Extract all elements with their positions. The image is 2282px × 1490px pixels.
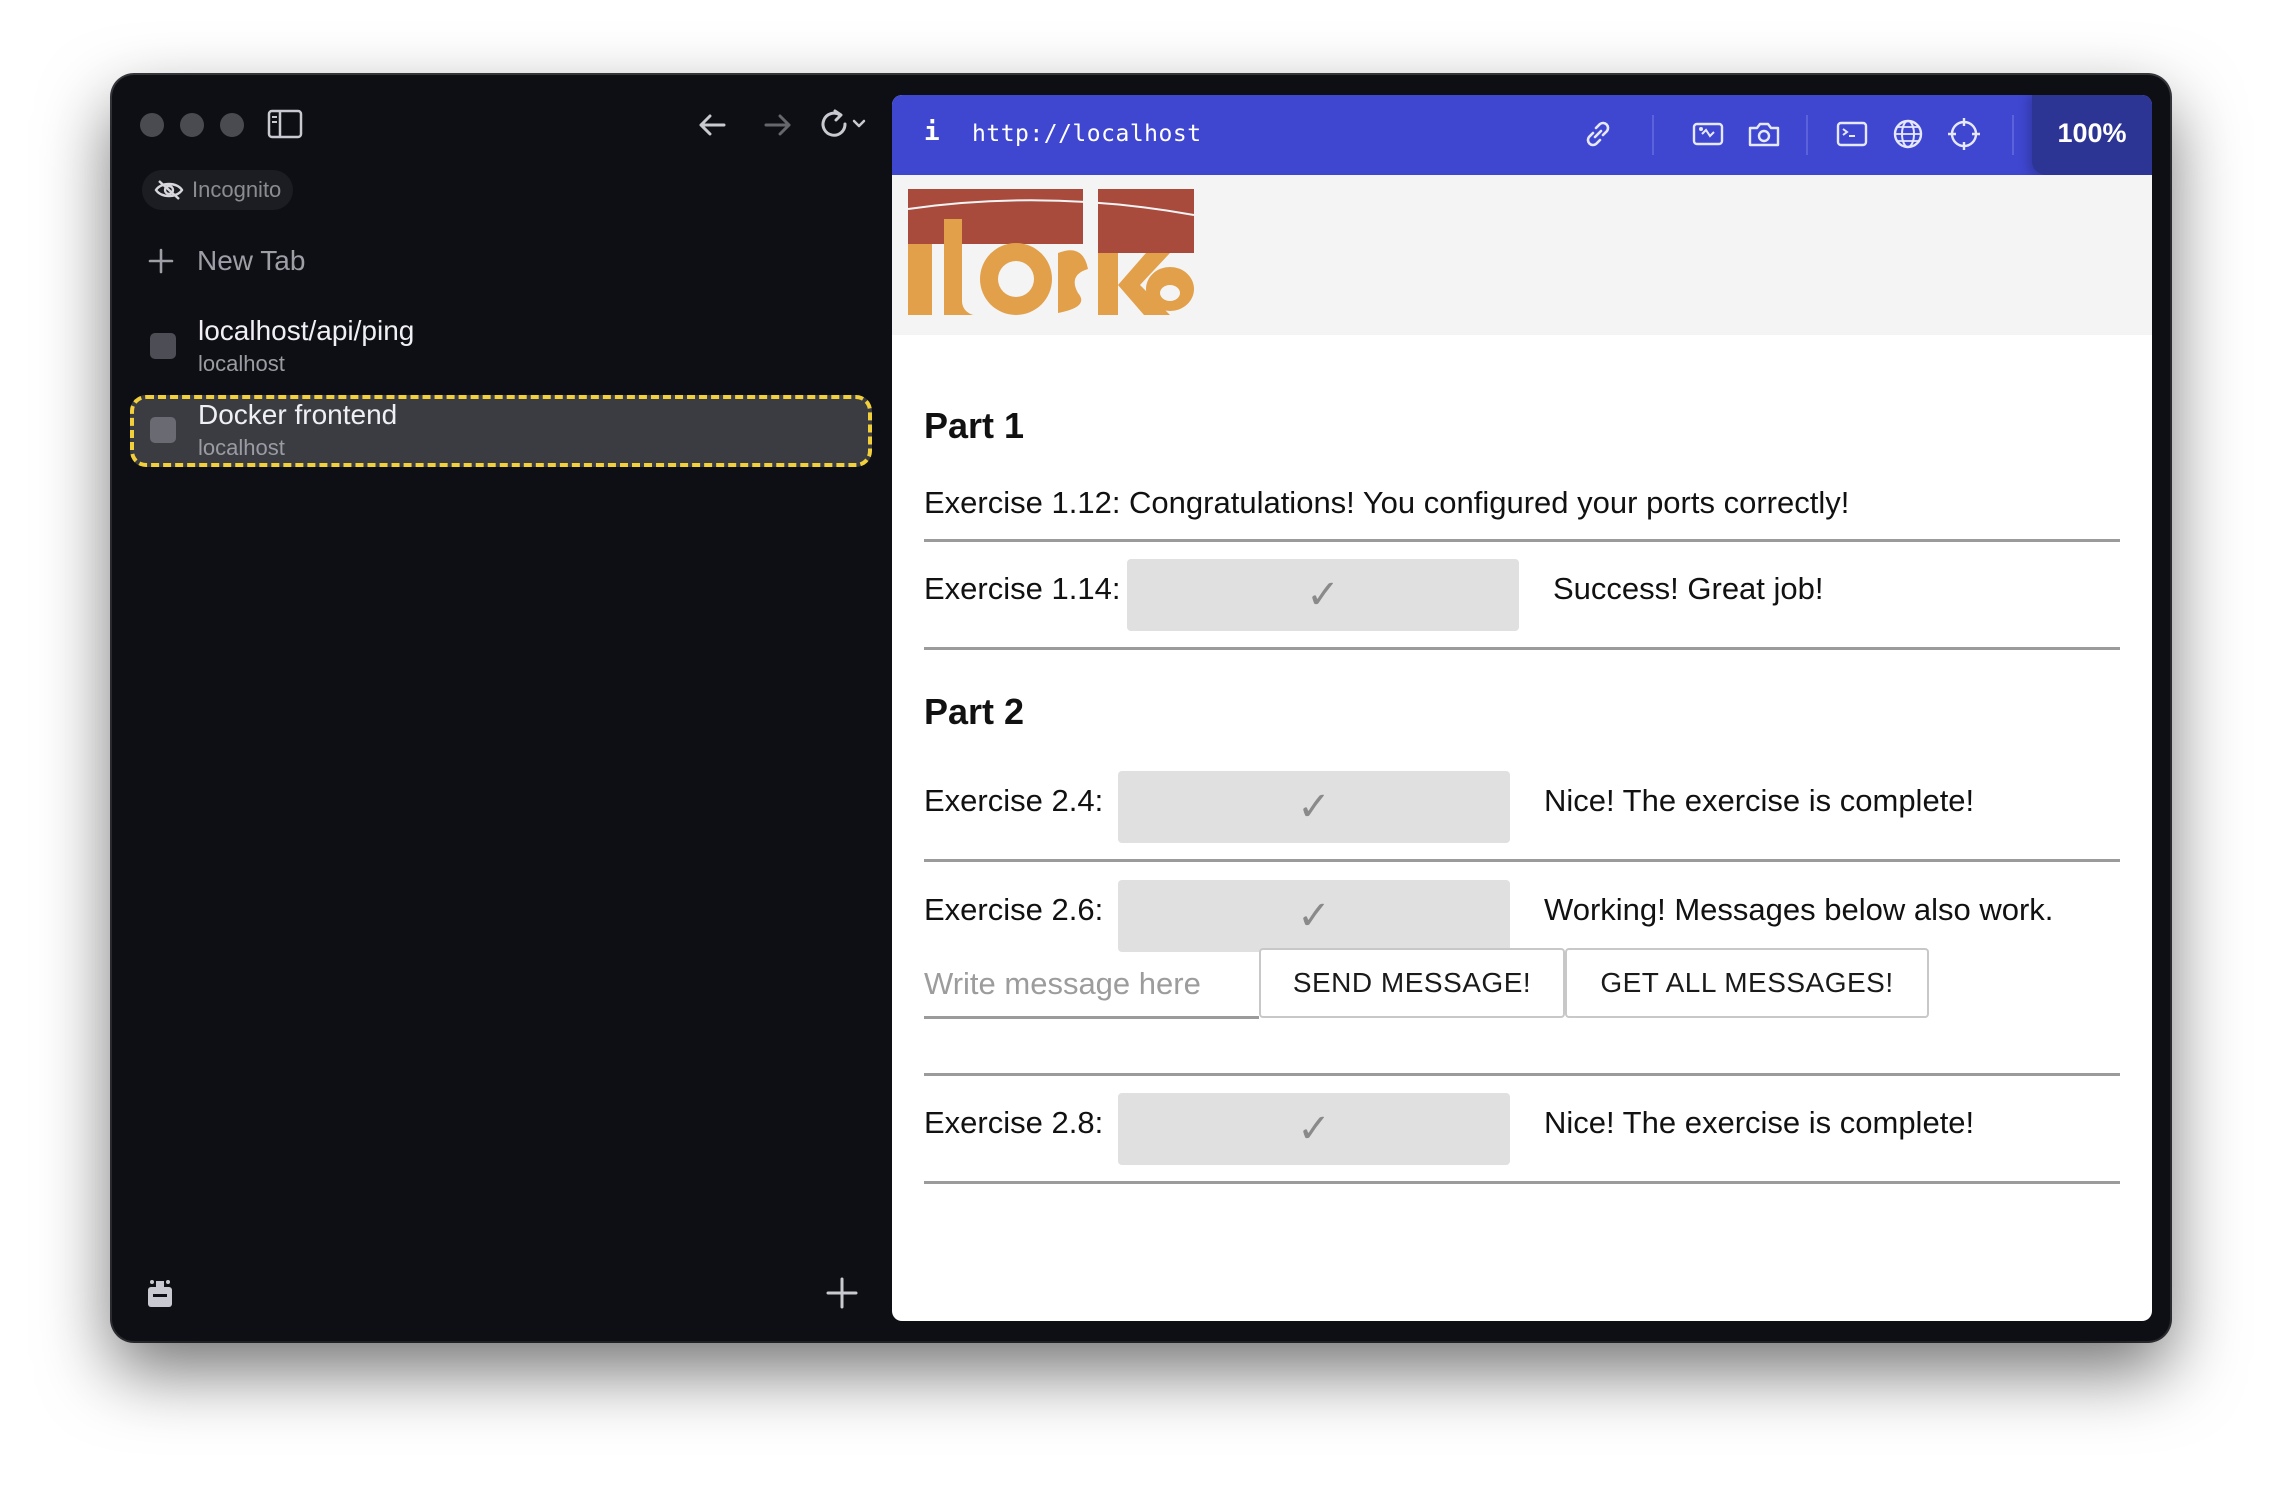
zoom-level-badge[interactable]: 100% xyxy=(2032,95,2152,175)
window-controls xyxy=(140,113,244,137)
tab-subtitle: localhost xyxy=(198,435,285,460)
add-icon[interactable] xyxy=(824,1275,860,1311)
sidebar-tab-api-ping[interactable]: localhost/api/ping localhost xyxy=(130,311,872,379)
tab-title: Docker frontend xyxy=(198,399,398,430)
favicon-icon xyxy=(150,333,176,359)
tab-subtitle: localhost xyxy=(198,351,285,376)
check-icon: ✓ xyxy=(1297,785,1331,829)
exercise-2-8-check-button[interactable]: ✓ xyxy=(1118,1093,1510,1165)
divider xyxy=(924,647,2120,650)
exercise-1-14-status: Success! Great job! xyxy=(1553,571,1824,606)
zoom-window-button[interactable] xyxy=(220,113,244,137)
minimize-window-button[interactable] xyxy=(180,113,204,137)
new-tab-button[interactable]: New Tab xyxy=(147,245,305,277)
sidebar-tab-docker-frontend[interactable]: Docker frontend localhost xyxy=(130,395,872,467)
exercise-2-6-label: Exercise 2.6: xyxy=(924,892,1104,927)
tab-title: localhost/api/ping xyxy=(198,315,415,346)
part-1-heading: Part 1 xyxy=(924,405,1025,446)
close-window-button[interactable] xyxy=(140,113,164,137)
toolbar-divider xyxy=(1652,115,1654,155)
divider xyxy=(924,539,2120,542)
toolbar-divider xyxy=(2012,115,2014,155)
exercise-2-8-status: Nice! The exercise is complete! xyxy=(1544,1105,1975,1140)
crosshair-icon[interactable] xyxy=(1946,116,1982,152)
part-2-heading: Part 2 xyxy=(924,691,1025,732)
exercise-1-14-check-button[interactable]: ✓ xyxy=(1127,559,1519,631)
divider xyxy=(924,1073,2120,1076)
browser-viewport: i http://localhost 100% Part 1 Exercise … xyxy=(892,95,2152,1321)
site-info-icon[interactable]: i xyxy=(924,117,940,147)
back-arrow-icon[interactable] xyxy=(692,105,732,145)
browser-window: Incognito New Tab localhost/api/ping loc… xyxy=(112,75,2170,1341)
check-icon: ✓ xyxy=(1297,1107,1331,1151)
exercise-2-6-status: Working! Messages below also work. xyxy=(1544,892,2054,927)
check-icon: ✓ xyxy=(1306,573,1340,617)
exercise-1-14-label: Exercise 1.14: xyxy=(924,571,1121,606)
favicon-icon xyxy=(150,417,176,443)
get-all-messages-button[interactable]: GET ALL MESSAGES! xyxy=(1565,948,1929,1018)
incognito-badge: Incognito xyxy=(142,170,294,210)
plus-icon xyxy=(148,248,174,274)
exercise-2-8-label: Exercise 2.8: xyxy=(924,1105,1104,1140)
link-icon[interactable] xyxy=(1580,116,1616,152)
eye-slash-icon xyxy=(154,180,184,200)
screenshot-region-icon[interactable] xyxy=(1690,116,1726,152)
terminal-icon[interactable] xyxy=(1834,116,1870,152)
exercise-2-4-check-button[interactable]: ✓ xyxy=(1118,771,1510,843)
divider xyxy=(924,1181,2120,1184)
site-header xyxy=(892,175,2152,335)
url-text[interactable]: http://localhost xyxy=(972,121,1202,147)
exercise-2-6-check-button[interactable]: ✓ xyxy=(1118,880,1510,952)
exercise-1-12-text: Exercise 1.12: Congratulations! You conf… xyxy=(924,485,1850,520)
send-message-button[interactable]: SEND MESSAGE! xyxy=(1259,948,1565,1018)
sidebar: Incognito New Tab localhost/api/ping loc… xyxy=(112,75,892,1341)
check-icon: ✓ xyxy=(1297,894,1331,938)
forward-arrow-icon[interactable] xyxy=(758,105,798,145)
reload-icon[interactable] xyxy=(814,105,874,145)
incognito-label: Incognito xyxy=(192,177,282,202)
toolbar-divider xyxy=(1806,115,1808,155)
extensions-icon[interactable] xyxy=(142,1275,178,1311)
message-input[interactable] xyxy=(924,952,1259,1019)
globe-icon[interactable] xyxy=(1890,116,1926,152)
toska-logo xyxy=(908,189,1194,315)
exercise-2-4-label: Exercise 2.4: xyxy=(924,783,1104,818)
exercise-2-4-status: Nice! The exercise is complete! xyxy=(1544,783,1975,818)
url-bar: i http://localhost 100% xyxy=(892,95,2152,175)
new-tab-label: New Tab xyxy=(197,245,306,276)
divider xyxy=(924,859,2120,862)
sidebar-toggle-icon[interactable] xyxy=(267,109,303,139)
camera-icon[interactable] xyxy=(1746,116,1782,152)
